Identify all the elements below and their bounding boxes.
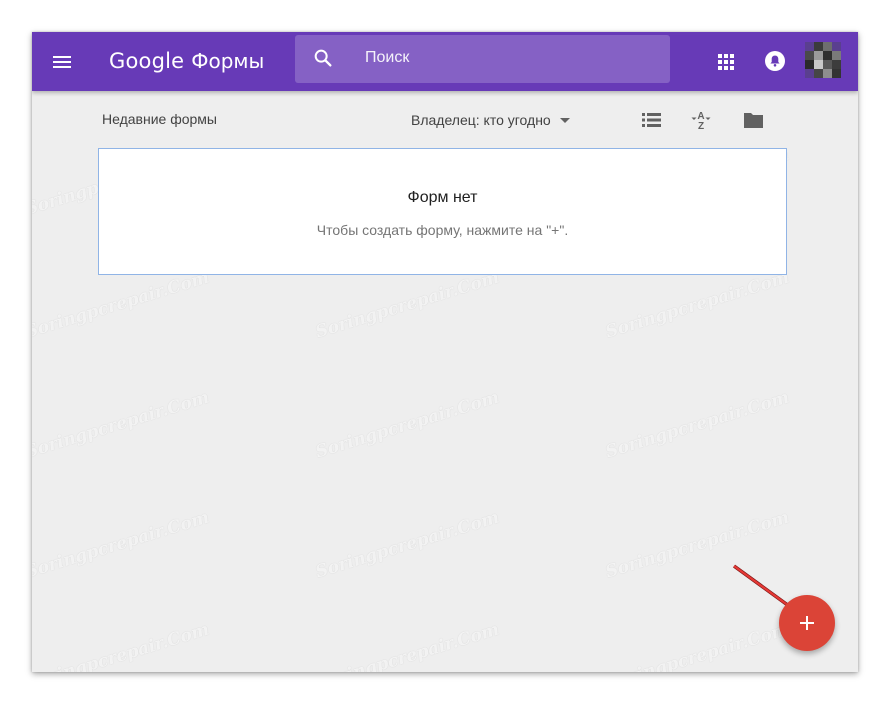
- chevron-down-icon: [559, 117, 570, 123]
- watermark-text: Soringpcrepair.Com: [32, 267, 212, 343]
- owner-filter-label: Владелец: кто угодно: [411, 112, 551, 128]
- notifications-bell-icon[interactable]: [763, 49, 787, 73]
- list-view-icon[interactable]: [641, 109, 663, 131]
- watermark-text: Soringpcrepair.Com: [603, 619, 792, 672]
- avatar[interactable]: [805, 42, 841, 78]
- owner-filter-dropdown[interactable]: Владелец: кто угодно: [411, 109, 570, 131]
- empty-state-subtitle: Чтобы создать форму, нажмите на "+".: [316, 222, 569, 238]
- watermark-text: Soringpcrepair.Com: [32, 507, 212, 583]
- app-bar: Google Формы Поиск: [32, 32, 858, 91]
- watermark-text: Soringpcrepair.Com: [32, 619, 212, 672]
- brand-product: Формы: [191, 49, 265, 73]
- watermark-text: Soringpcrepair.Com: [603, 267, 792, 343]
- watermark-text: Soringpcrepair.Com: [313, 507, 502, 583]
- apps-grid-icon[interactable]: [714, 50, 738, 74]
- watermark-text: Soringpcrepair.Com: [313, 387, 502, 463]
- sort-az-icon[interactable]: A Z: [690, 109, 712, 132]
- watermark-text: Soringpcrepair.Com: [603, 387, 792, 463]
- search-placeholder: Поиск: [365, 49, 410, 66]
- recent-forms-heading: Недавние формы: [102, 111, 217, 127]
- folder-icon[interactable]: [743, 109, 765, 131]
- hamburger-menu-icon[interactable]: [50, 50, 74, 74]
- plus-icon: [800, 616, 814, 630]
- search-icon: [312, 47, 334, 69]
- forms-app-window: Soringpcrepair.Com Soringpcrepair.Com So…: [32, 32, 858, 672]
- brand-google: Google: [109, 49, 185, 73]
- watermark-text: Soringpcrepair.Com: [32, 387, 212, 463]
- search-input[interactable]: Поиск: [295, 35, 670, 83]
- app-logo[interactable]: Google Формы: [109, 45, 264, 77]
- empty-state-card: Форм нет Чтобы создать форму, нажмите на…: [98, 148, 787, 275]
- watermark-text: Soringpcrepair.Com: [313, 619, 502, 672]
- watermark-text: Soringpcrepair.Com: [313, 267, 502, 343]
- create-form-button[interactable]: [779, 595, 835, 651]
- empty-state-title: Форм нет: [407, 189, 478, 206]
- svg-text:Z: Z: [698, 121, 704, 131]
- watermark-text: Soringpcrepair.Com: [603, 507, 792, 583]
